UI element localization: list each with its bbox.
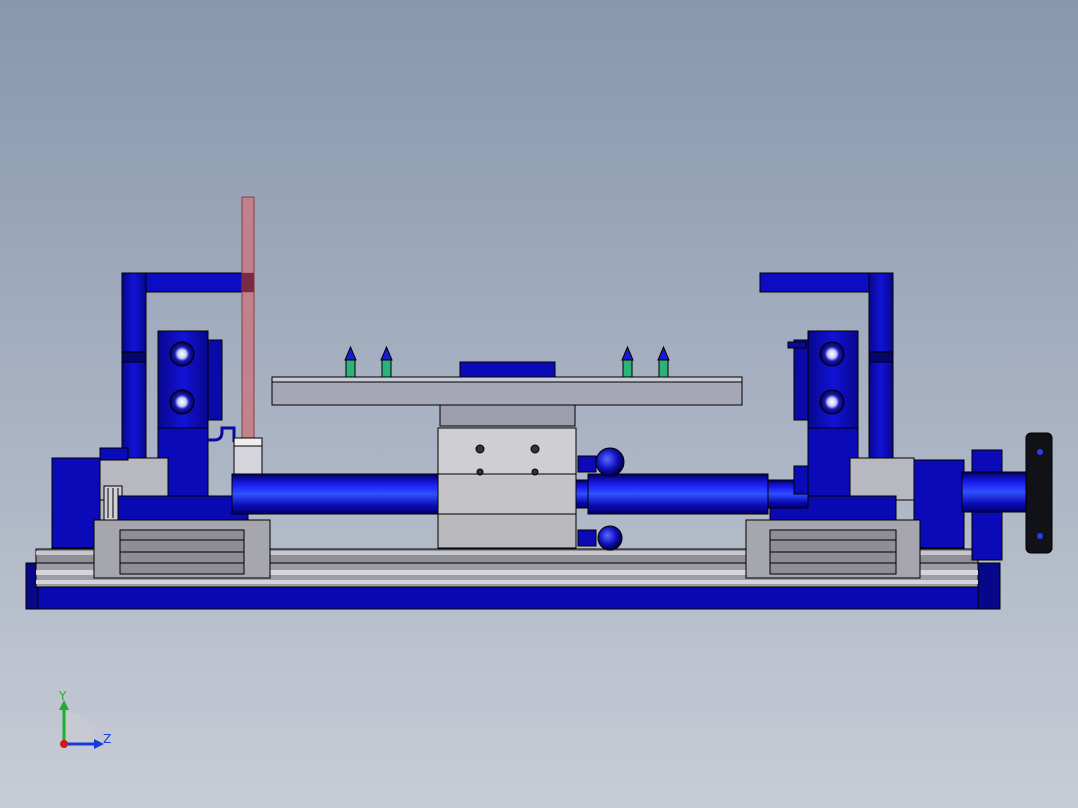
laser-beam <box>241 196 255 441</box>
y-axis-label: Y <box>58 689 67 703</box>
graphics-viewport[interactable]: Y Z <box>0 0 1078 808</box>
cad-model-view[interactable]: Y Z <box>0 0 1078 808</box>
left-bearing-hole-2 <box>169 389 195 415</box>
left-bearing-hole-1 <box>169 341 195 367</box>
z-axis-label: Z <box>103 732 111 746</box>
right-bearing-hole-2 <box>819 389 845 415</box>
right-bearing-hole-1 <box>819 341 845 367</box>
